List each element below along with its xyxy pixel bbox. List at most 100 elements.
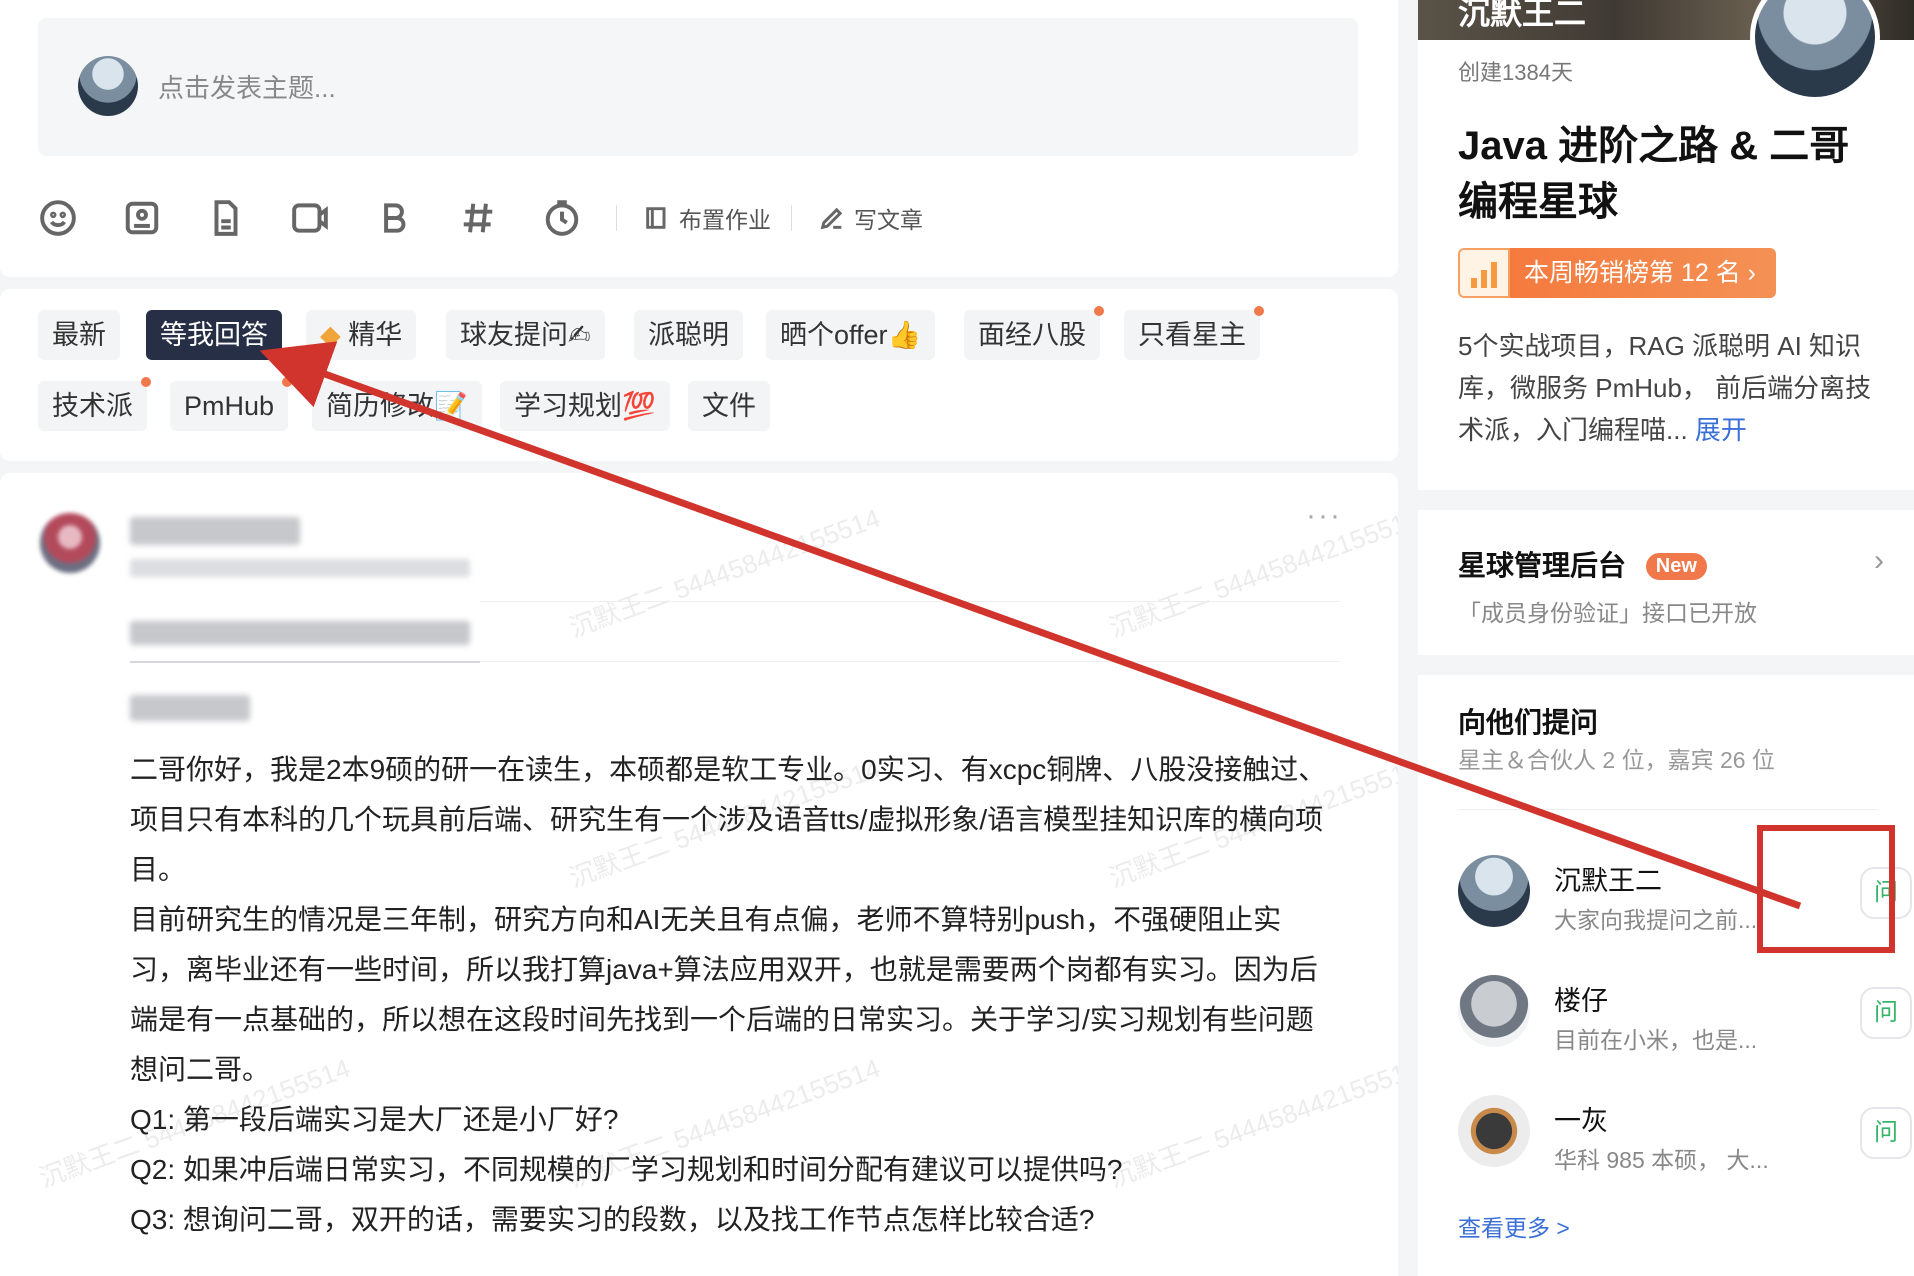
see-more-link[interactable]: 查看更多 > — [1458, 1209, 1570, 1243]
divider — [480, 661, 1340, 662]
planet-title: Java 进阶之路 & 二哥编程星球 — [1458, 124, 1850, 224]
tab-interview-notes[interactable]: 面经八股 — [964, 306, 1104, 360]
watermark: 沉默王二 544458442155514 — [1105, 502, 1398, 644]
user-avatar — [78, 56, 138, 116]
tab-member-questions[interactable]: 球友提问✍ — [446, 310, 605, 360]
ask-button[interactable]: 问 — [1860, 1107, 1912, 1159]
tab-resume-review[interactable]: 简历修改📝 — [312, 381, 482, 431]
tab-label: 简历修改📝 — [326, 391, 468, 421]
tab-label: 球友提问✍ — [460, 320, 591, 350]
file-icon[interactable] — [206, 198, 246, 238]
author-avatar-blurred[interactable] — [40, 513, 100, 573]
description-text: 5个实战项目，RAG 派聪明 AI 知识库，微服务 PmHub， 前后端分离技术… — [1458, 331, 1872, 445]
admin-subtitle: 「成员身份验证」接口已开放 — [1458, 600, 1757, 626]
post-paragraph: 二哥你好，我是2本9硕的研一在读生，本硕都是软工专业。0实习、有xcpc铜牌、八… — [130, 754, 1327, 885]
write-article-button[interactable]: 写文章 — [818, 201, 923, 235]
tab-awaiting-answer[interactable]: 等我回答 — [146, 310, 282, 360]
video-icon[interactable] — [290, 198, 330, 238]
member-avatar[interactable] — [1458, 855, 1530, 927]
ask-button[interactable]: 问 — [1860, 867, 1912, 919]
tab-jishupai[interactable]: 技术派 — [38, 377, 151, 431]
member-avatar[interactable] — [1458, 975, 1530, 1047]
ask-title: 向他们提问 — [1458, 707, 1599, 738]
tab-label: 精华 — [348, 320, 403, 350]
hashtag-icon[interactable] — [458, 198, 498, 238]
post-question: Q1: 第一段后端实习是大厂还是小厂好? — [130, 1104, 619, 1135]
ask-them-card: 向他们提问 星主＆合伙人 2 位，嘉宾 26 位 沉默王二 大家向我提问之前..… — [1418, 675, 1914, 1276]
member-name: 一灰 — [1554, 1106, 1608, 1136]
more-options-icon[interactable]: ··· — [1306, 499, 1342, 533]
tab-label: 面经八股 — [978, 320, 1086, 350]
tab-study-plan[interactable]: 学习规划💯 — [500, 381, 670, 431]
write-article-label: 写文章 — [854, 207, 923, 233]
member-description: 华科 985 本硕， 大... — [1554, 1147, 1769, 1173]
ask-button[interactable]: 问 — [1860, 987, 1912, 1039]
bestseller-rank-badge[interactable]: 本周畅销榜第 12 名 › — [1458, 248, 1776, 298]
post-card: 沉默王二 544458442155514 沉默王二 54445844215551… — [0, 473, 1398, 1276]
planet-info-card: 沉默王二 创建1384天 Java 进阶之路 & 二哥编程星球 本周畅销榜第 1… — [1418, 0, 1914, 490]
post-paragraph: 目前研究生的情况是三年制，研究方向和AI无关且有点偏，老师不算特别push，不强… — [130, 904, 1318, 1085]
tab-label: 技术派 — [52, 391, 133, 421]
tab-files[interactable]: 文件 — [688, 381, 770, 431]
quote-underline — [130, 661, 480, 663]
created-days: 创建1384天 — [1458, 60, 1573, 85]
clock-icon[interactable] — [542, 198, 582, 238]
composer-panel: 点击发表主题... 布置作业 写文章 — [0, 0, 1398, 277]
book-icon — [646, 207, 666, 229]
member-row[interactable]: 沉默王二 大家向我提问之前... 问 — [1458, 855, 1912, 935]
tab-featured[interactable]: ◆ 精华 — [306, 310, 417, 360]
tab-pmhub[interactable]: PmHub — [170, 377, 293, 431]
ask-subtitle: 星主＆合伙人 2 位，嘉宾 26 位 — [1458, 747, 1775, 773]
composer-toolbar: 布置作业 写文章 — [38, 196, 953, 240]
expand-link[interactable]: 展开 — [1695, 415, 1747, 445]
toolbar-divider — [791, 205, 792, 231]
post-question: Q2: 如果冲后端日常实习，不同规模的厂学习规划和时间分配有建议可以提供吗? — [130, 1154, 1123, 1185]
admin-backend-card[interactable]: 星球管理后台 New 「成员身份验证」接口已开放 › — [1418, 510, 1914, 655]
toolbar-divider — [616, 205, 617, 231]
tab-label: 只看星主 — [1138, 320, 1246, 350]
cover-title: 沉默王二 — [1458, 0, 1587, 31]
watermark: 沉默王二 544458442155514 — [565, 502, 884, 644]
chevron-right-icon: › — [1874, 544, 1884, 577]
compose-input-box[interactable]: 点击发表主题... — [38, 18, 1358, 156]
tab-label: 等我回答 — [160, 320, 268, 350]
member-name: 楼仔 — [1554, 986, 1608, 1016]
compose-placeholder[interactable]: 点击发表主题... — [158, 68, 336, 105]
post-question: Q3: 想询问二哥，双开的话，需要实习的段数，以及找工作节点怎样比较合适? — [130, 1204, 1095, 1235]
notification-dot — [141, 377, 151, 387]
tab-label: 文件 — [702, 391, 756, 421]
member-name: 沉默王二 — [1554, 866, 1662, 896]
new-badge: New — [1645, 553, 1707, 580]
image-icon[interactable] — [122, 198, 162, 238]
bar-chart-icon — [1458, 248, 1510, 298]
bold-icon[interactable] — [374, 198, 414, 238]
post-body: 二哥你好，我是2本9硕的研一在读生，本硕都是软工专业。0实习、有xcpc铜牌、八… — [130, 745, 1330, 1245]
tab-owner-only[interactable]: 只看星主 — [1124, 306, 1264, 360]
filter-tabs-panel: 最新 等我回答 ◆ 精华 球友提问✍ 派聪明 晒个offer👍 面经八股 只看星… — [0, 289, 1398, 461]
member-row[interactable]: 楼仔 目前在小米，也是... 问 — [1458, 975, 1912, 1055]
planet-description: 5个实战项目，RAG 派聪明 AI 知识库，微服务 PmHub， 前后端分离技术… — [1458, 325, 1878, 451]
assign-homework-button[interactable]: 布置作业 — [643, 201, 771, 235]
tab-label: 最新 — [52, 320, 106, 350]
author-meta-blurred — [130, 559, 470, 577]
notification-dot — [1094, 306, 1104, 316]
pen-icon — [820, 207, 843, 230]
assign-homework-label: 布置作业 — [679, 207, 771, 233]
author-name-blurred — [130, 517, 300, 545]
quoted-text-blurred — [130, 621, 470, 645]
post-title-blurred — [130, 695, 250, 721]
rank-text: 本周畅销榜第 12 名 › — [1510, 248, 1776, 298]
member-avatar[interactable] — [1458, 1095, 1530, 1167]
notification-dot — [1254, 306, 1264, 316]
tab-label: 派聪明 — [648, 320, 729, 350]
tab-offer[interactable]: 晒个offer👍 — [766, 310, 936, 360]
member-row[interactable]: 一灰 华科 985 本硕， 大... 问 — [1458, 1095, 1912, 1175]
tab-paicongming[interactable]: 派聪明 — [634, 310, 743, 360]
divider — [1458, 809, 1878, 810]
tab-label: 学习规划💯 — [514, 391, 656, 421]
owner-avatar[interactable] — [1750, 0, 1880, 102]
diamond-icon: ◆ — [320, 320, 349, 350]
emoji-icon[interactable] — [38, 198, 78, 238]
tab-label: 晒个offer👍 — [780, 320, 922, 350]
tab-latest[interactable]: 最新 — [38, 310, 120, 360]
